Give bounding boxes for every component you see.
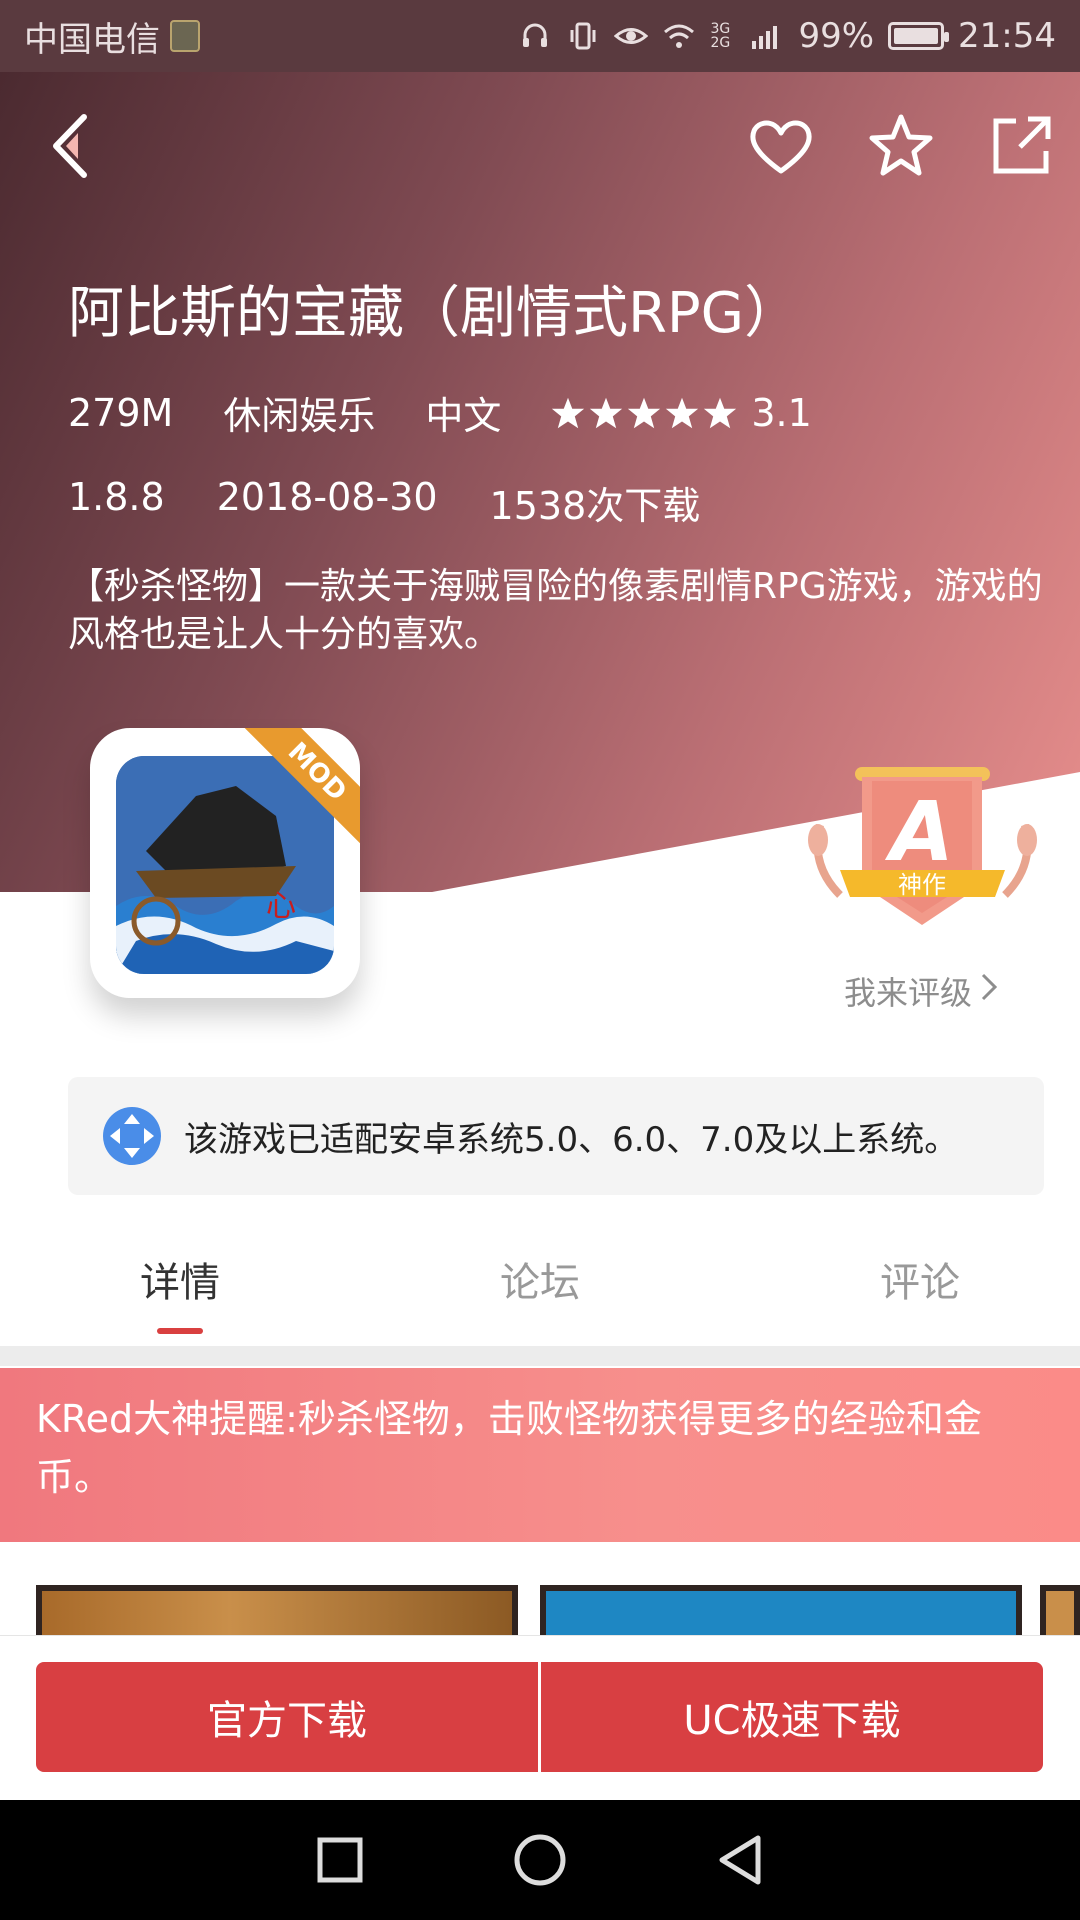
- screenshot-strip[interactable]: [0, 1585, 1080, 1635]
- app-category: 休闲娱乐: [223, 394, 376, 438]
- section-divider: [0, 1346, 1080, 1366]
- share-icon[interactable]: [986, 111, 1056, 181]
- rate-link-label: 我来评级: [844, 974, 973, 1012]
- recents-square-icon[interactable]: [300, 1820, 380, 1900]
- star-icon: [666, 397, 699, 428]
- compat-text: 该游戏已适配安卓系统5.0、6.0、7.0及以上系统。: [184, 1119, 959, 1160]
- download-bar: 官方下载 UC极速下载: [0, 1636, 1080, 1800]
- screenshot-thumb[interactable]: [540, 1585, 1022, 1635]
- signal-icon: [750, 21, 784, 51]
- clock: 21:54: [958, 16, 1056, 56]
- back-icon[interactable]: [48, 111, 112, 181]
- rating-stars: [551, 396, 737, 430]
- home-circle-icon[interactable]: [500, 1820, 580, 1900]
- app-meta-row-2: 1.8.8 2018-08-30 1538次下载: [68, 475, 700, 530]
- network-type: 3G 2G: [710, 21, 731, 51]
- star-icon: [552, 397, 585, 428]
- content-tabs: 详情 论坛 评论: [0, 1220, 1080, 1340]
- app-meta-row-1: 279M 休闲娱乐 中文 3.1: [68, 385, 812, 440]
- top-nav: [0, 105, 1080, 185]
- svg-text:心: 心: [266, 889, 296, 924]
- rate-link[interactable]: 我来评级: [844, 968, 998, 1014]
- headphones-icon: [518, 21, 552, 51]
- app-icon[interactable]: 心 MOD: [90, 728, 360, 998]
- compat-icon: [102, 1106, 162, 1166]
- grade-badge[interactable]: A 神作: [800, 755, 1045, 955]
- back-triangle-icon[interactable]: [700, 1820, 780, 1900]
- screenshot-thumb[interactable]: [36, 1585, 518, 1635]
- official-download-button[interactable]: 官方下载: [36, 1662, 538, 1772]
- app-size: 279M: [68, 390, 174, 435]
- carrier-group: 中国电信: [24, 12, 200, 61]
- chevron-right-icon: [980, 972, 998, 1010]
- grade-label: 神作: [898, 871, 946, 899]
- pirate-ship-icon: 心: [116, 756, 334, 974]
- star-icon: [590, 397, 623, 428]
- status-bar: 中国电信 3G 2G 99% 21:54: [0, 0, 1080, 72]
- wifi-icon: [662, 21, 696, 51]
- carrier-name: 中国电信: [24, 19, 160, 60]
- screenshot-thumb[interactable]: [1040, 1585, 1080, 1635]
- app-version: 1.8.8: [68, 475, 165, 519]
- vibrate-icon: [566, 21, 600, 51]
- grade-letter: A: [884, 785, 953, 880]
- star-collect-icon[interactable]: [866, 111, 936, 181]
- app-description: 【秒杀怪物】一款关于海贼冒险的像素剧情RPG游戏，游戏的风格也是让人十分的喜欢。: [68, 566, 1043, 655]
- tip-banner: KRed大神提醒:秒杀怪物，击败怪物获得更多的经验和金币。: [0, 1368, 1080, 1542]
- battery-percent: 99%: [798, 16, 875, 56]
- app-date: 2018-08-30: [216, 475, 438, 519]
- star-icon: [704, 397, 737, 428]
- uc-download-button[interactable]: UC极速下载: [541, 1662, 1043, 1772]
- favorite-heart-icon[interactable]: [746, 111, 816, 181]
- tab-details[interactable]: 详情: [0, 1220, 360, 1340]
- tab-comments[interactable]: 评论: [720, 1220, 1080, 1340]
- app-language: 中文: [425, 394, 502, 438]
- app-title: 阿比斯的宝藏（剧情式RPG）: [68, 281, 801, 346]
- status-icons: 3G 2G 99% 21:54: [518, 16, 1056, 56]
- carrier-app-icon: [170, 20, 200, 52]
- star-icon: [628, 397, 661, 428]
- compatibility-notice: 该游戏已适配安卓系统5.0、6.0、7.0及以上系统。: [68, 1077, 1044, 1195]
- app-downloads: 1538次下载: [489, 484, 701, 528]
- battery-icon: [888, 22, 950, 50]
- system-nav-bar: [0, 1800, 1080, 1920]
- eye-icon: [614, 21, 649, 51]
- tab-forum[interactable]: 论坛: [360, 1220, 720, 1340]
- rating-score: 3.1: [751, 390, 812, 435]
